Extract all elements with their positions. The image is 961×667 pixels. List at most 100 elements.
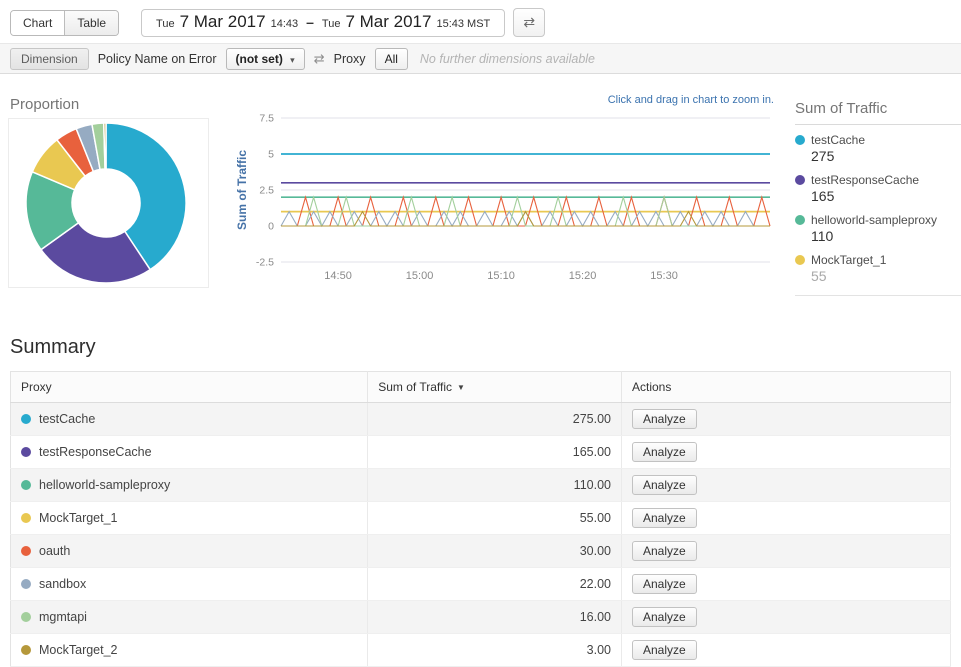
start-time: 14:43 <box>271 18 299 30</box>
y-tick-label: 0 <box>268 221 274 233</box>
traffic-value-cell: 16.00 <box>368 601 622 634</box>
actions-cell: Analyze <box>621 568 950 601</box>
x-tick-label: 14:50 <box>324 270 352 282</box>
proxy-name: sandbox <box>39 577 86 591</box>
column-header-actions: Actions <box>621 372 950 403</box>
legend-series-value: 110 <box>811 228 961 244</box>
line-chart[interactable]: 7.552.50-2.514:5015:0015:1015:2015:30Sum… <box>233 108 778 288</box>
swap-dimension-icon[interactable]: ⇄ <box>314 51 325 67</box>
series-color-dot <box>21 447 31 457</box>
view-toggle: Chart Table <box>10 10 119 36</box>
table-header-row: Proxy Sum of Traffic▼ Actions <box>11 372 951 403</box>
series-line-MockTarget_2 <box>281 212 770 226</box>
table-view-button[interactable]: Table <box>64 11 118 35</box>
proxy-name: testCache <box>39 412 95 426</box>
analyze-button[interactable]: Analyze <box>632 409 697 429</box>
end-time: 15:43 MST <box>436 18 490 30</box>
table-row: sandbox 22.00 Analyze <box>11 568 951 601</box>
analyze-button[interactable]: Analyze <box>632 541 697 561</box>
dimension-bar: Dimension Policy Name on Error (not set)… <box>0 43 961 74</box>
column-header-traffic[interactable]: Sum of Traffic▼ <box>368 372 622 403</box>
date-range-separator: – <box>306 14 314 30</box>
legend-series-name: testResponseCache <box>811 173 919 187</box>
table-row: MockTarget_23.00Analyze <box>11 634 951 667</box>
series-color-dot <box>21 612 31 622</box>
analyze-button[interactable]: Analyze <box>632 508 697 528</box>
chevron-down-icon: ▾ <box>290 55 295 65</box>
start-date: 7 Mar 2017 <box>180 12 266 32</box>
series-color-dot <box>21 579 31 589</box>
date-range-picker[interactable]: Tue 7 Mar 2017 14:43 – Tue 7 Mar 2017 15… <box>141 9 505 37</box>
dimension-name-label: Policy Name on Error <box>98 52 217 66</box>
actions-cell: Analyze <box>621 634 950 667</box>
end-date: 7 Mar 2017 <box>345 12 431 32</box>
series-color-dot <box>795 175 805 185</box>
proxy-name: mgmtapi <box>39 610 87 624</box>
no-dimensions-note: No further dimensions available <box>420 52 595 66</box>
proxy-name: helloworld-sampleproxy <box>39 478 170 492</box>
refresh-icon: ⇄ <box>523 14 535 30</box>
analyze-button[interactable]: Analyze <box>632 442 697 462</box>
actions-cell: Analyze <box>621 403 950 436</box>
legend-item[interactable]: testCache275 <box>795 133 961 164</box>
traffic-line-chart-panel: Click and drag in chart to zoom in. 7.55… <box>233 94 778 306</box>
table-row: helloworld-sampleproxy 110.00 Analyze <box>11 469 951 502</box>
proxy-cell: MockTarget_2 <box>11 634 368 667</box>
summary-table-body: testCache275.00AnalyzetestResponseCache1… <box>11 403 951 667</box>
analyze-button[interactable]: Analyze <box>632 574 697 594</box>
analyze-button[interactable]: Analyze <box>632 475 697 495</box>
proxy-filter-button[interactable]: All <box>375 48 408 70</box>
chart-view-button[interactable]: Chart <box>11 11 64 35</box>
legend-item-row: testCache <box>795 133 961 147</box>
filter-value-dropdown[interactable]: (not set) ▾ <box>226 48 305 70</box>
traffic-value-cell: 55.00 <box>368 502 622 535</box>
analyze-button[interactable]: Analyze <box>632 640 697 660</box>
series-line-sandbox <box>281 212 770 226</box>
legend-series-value: 55 <box>811 268 961 284</box>
table-row: mgmtapi 16.00 Analyze <box>11 601 951 634</box>
legend-series-name: MockTarget_1 <box>811 253 886 267</box>
proxy-dimension-label: Proxy <box>334 52 366 66</box>
chart-legend: Sum of Traffic testCache275 testResponseC… <box>795 100 961 296</box>
traffic-value-cell: 110.00 <box>368 469 622 502</box>
legend-item[interactable]: MockTarget_155 <box>795 253 961 284</box>
proxy-name: oauth <box>39 544 70 558</box>
column-header-traffic-label: Sum of Traffic <box>378 380 452 394</box>
legend-series-name: helloworld-sampleproxy <box>811 213 937 227</box>
series-color-dot <box>795 135 805 145</box>
legend-series-name: testCache <box>811 133 865 147</box>
legend-series-value: 275 <box>811 148 961 164</box>
proxy-cell: testResponseCache <box>11 436 368 469</box>
legend-title: Sum of Traffic <box>795 100 961 125</box>
x-tick-label: 15:00 <box>406 270 434 282</box>
x-tick-label: 15:30 <box>650 270 678 282</box>
series-color-dot <box>21 414 31 424</box>
actions-cell: Analyze <box>621 535 950 568</box>
traffic-value-cell: 22.00 <box>368 568 622 601</box>
x-tick-label: 15:20 <box>569 270 597 282</box>
table-row: testCache275.00Analyze <box>11 403 951 436</box>
analyze-button[interactable]: Analyze <box>632 607 697 627</box>
donut-chart[interactable] <box>9 119 208 287</box>
actions-cell: Analyze <box>621 469 950 502</box>
proxy-cell: oauth <box>11 535 368 568</box>
legend-item[interactable]: testResponseCache165 <box>795 173 961 204</box>
series-color-dot <box>795 255 805 265</box>
filter-value-label: (not set) <box>236 52 283 66</box>
y-axis-label: Sum of Traffic <box>235 150 249 230</box>
charts-section: Proportion Click and drag in chart to zo… <box>0 74 961 306</box>
y-tick-label: 2.5 <box>259 185 274 197</box>
end-day: Tue <box>322 18 341 30</box>
dimension-chip[interactable]: Dimension <box>10 48 89 70</box>
table-row: MockTarget_155.00Analyze <box>11 502 951 535</box>
series-color-dot <box>21 513 31 523</box>
proportion-chart-panel <box>8 118 209 288</box>
proxy-name: MockTarget_2 <box>39 643 118 657</box>
start-day: Tue <box>156 18 175 30</box>
column-header-proxy[interactable]: Proxy <box>11 372 368 403</box>
y-tick-label: 7.5 <box>259 113 274 125</box>
actions-cell: Analyze <box>621 436 950 469</box>
refresh-button[interactable]: ⇄ <box>513 8 545 37</box>
legend-item[interactable]: helloworld-sampleproxy110 <box>795 213 961 244</box>
legend-items: testCache275 testResponseCache165 hellowor… <box>795 133 961 284</box>
